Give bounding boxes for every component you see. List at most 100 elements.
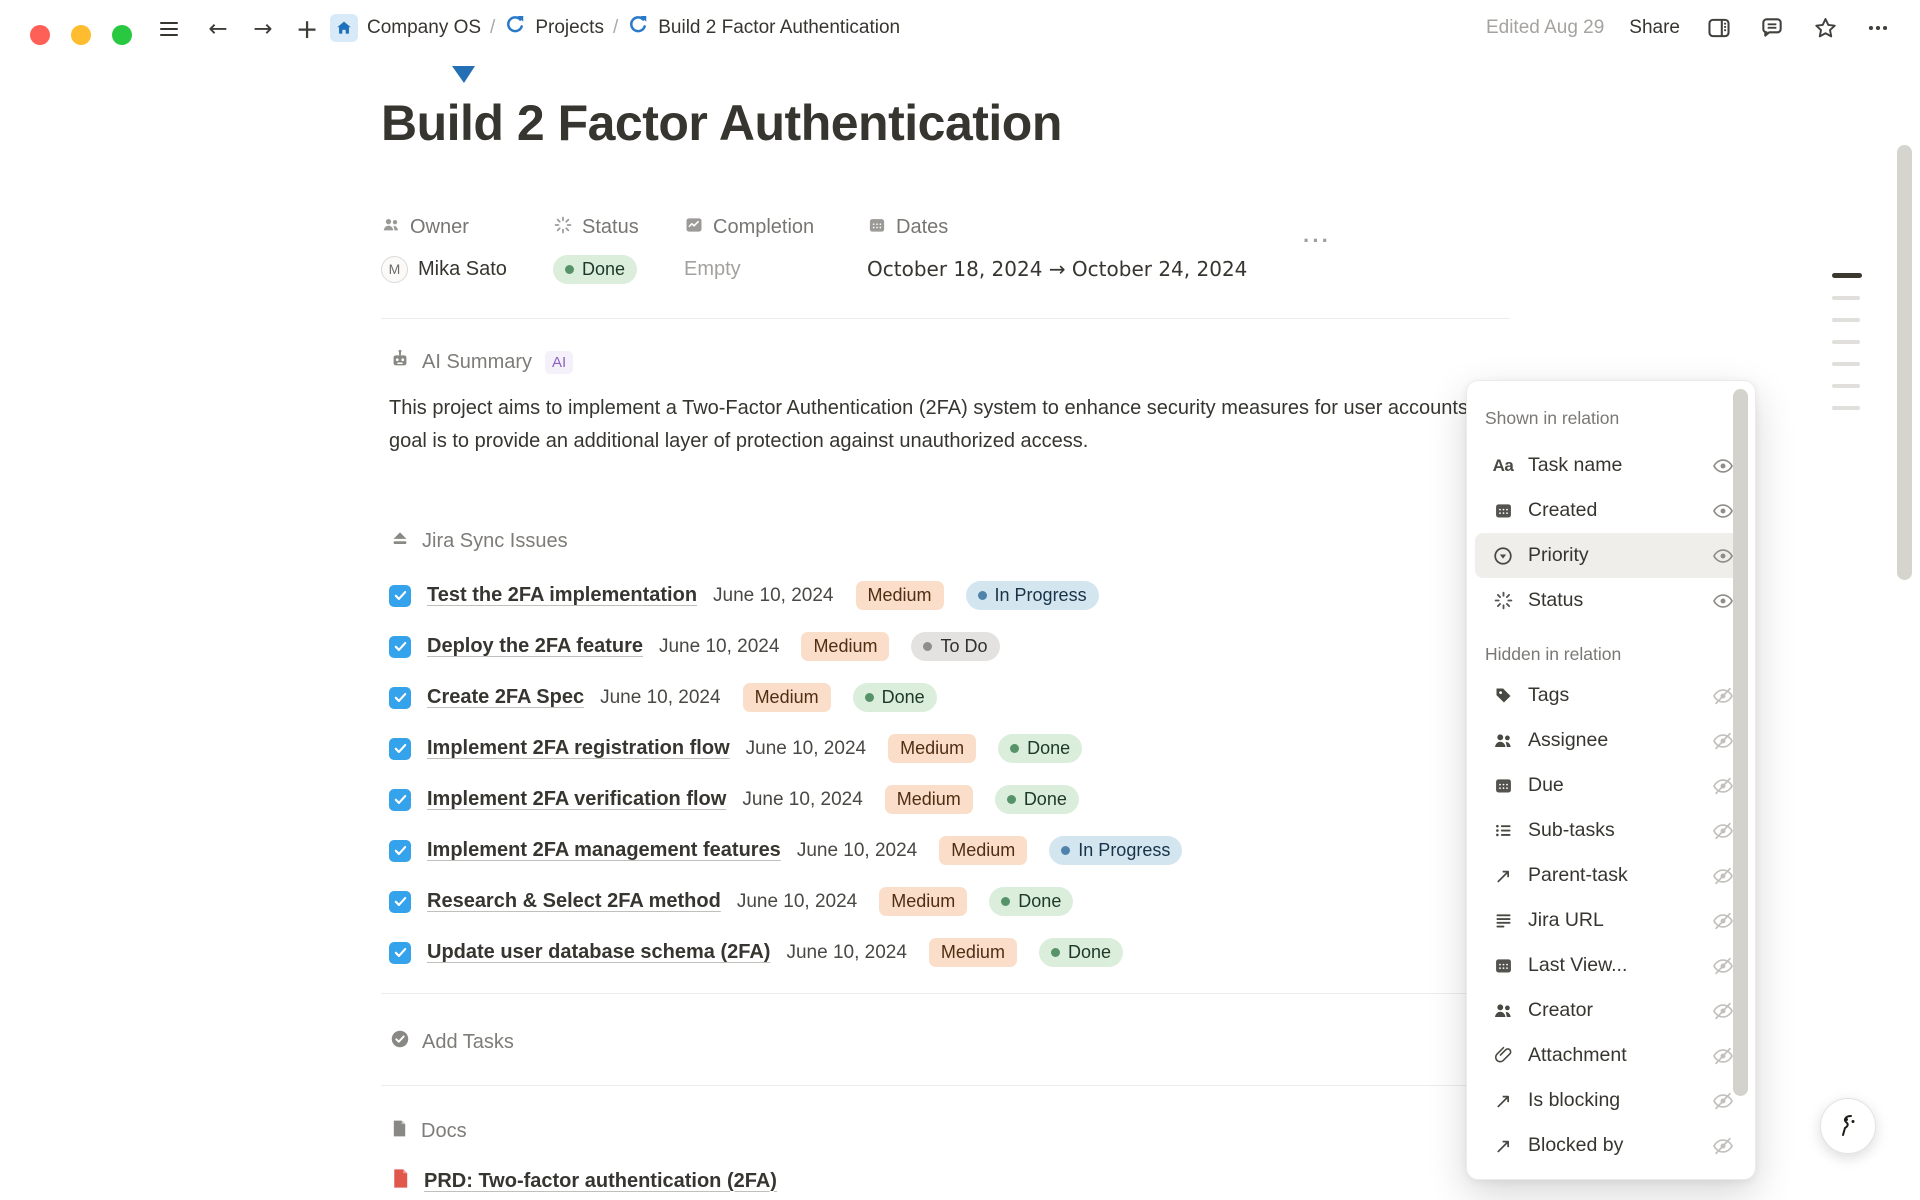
task-checkbox[interactable]: [389, 840, 411, 862]
relation-property-row[interactable]: Jira URL: [1475, 898, 1747, 943]
eye-off-icon[interactable]: [1711, 909, 1735, 933]
task-checkbox[interactable]: [389, 636, 411, 658]
eye-icon[interactable]: [1711, 589, 1735, 613]
task-row[interactable]: Implement 2FA management features June 1…: [389, 825, 1519, 876]
home-icon[interactable]: [330, 14, 358, 42]
relation-property-row[interactable]: Aa Task name: [1475, 443, 1747, 488]
task-priority-badge[interactable]: Medium: [879, 887, 967, 916]
relation-property-row[interactable]: Creator: [1475, 988, 1747, 1033]
share-button[interactable]: Share: [1629, 17, 1680, 39]
relation-property-row[interactable]: Assignee: [1475, 718, 1747, 763]
comments-icon[interactable]: [1758, 14, 1786, 42]
task-title-link[interactable]: Update user database schema (2FA): [427, 941, 770, 964]
task-title-link[interactable]: Create 2FA Spec: [427, 686, 584, 709]
eye-icon[interactable]: [1711, 499, 1735, 523]
task-priority-badge[interactable]: Medium: [885, 785, 973, 814]
completion-value[interactable]: Empty: [684, 258, 741, 281]
task-priority-badge[interactable]: Medium: [888, 734, 976, 763]
more-options-icon[interactable]: [1864, 14, 1892, 42]
task-title-link[interactable]: Test the 2FA implementation: [427, 584, 697, 607]
page-title[interactable]: Build 2 Factor Authentication: [381, 94, 1062, 152]
doc-link-row[interactable]: PRD: Two-factor authentication (2FA): [389, 1163, 777, 1199]
task-status-badge[interactable]: Done: [853, 683, 937, 712]
task-priority-badge[interactable]: Medium: [743, 683, 831, 712]
owner-value[interactable]: MMika Sato: [381, 256, 507, 283]
task-checkbox[interactable]: [389, 942, 411, 964]
close-window-button[interactable]: [30, 25, 50, 45]
task-checkbox[interactable]: [389, 891, 411, 913]
breadcrumb-current-page[interactable]: Build 2 Factor Authentication: [658, 17, 900, 39]
zoom-window-button[interactable]: [112, 25, 132, 45]
task-priority-badge[interactable]: Medium: [801, 632, 889, 661]
breadcrumb-root[interactable]: Company OS: [367, 17, 481, 39]
relation-property-row[interactable]: Status: [1475, 578, 1747, 623]
dates-value[interactable]: October 18, 2024 → October 24, 2024: [867, 257, 1247, 281]
outline-indicator[interactable]: [1832, 273, 1862, 410]
relation-property-row[interactable]: Due: [1475, 763, 1747, 808]
relation-property-row[interactable]: Last View...: [1475, 943, 1747, 988]
task-title-link[interactable]: Deploy the 2FA feature: [427, 635, 643, 658]
prd-doc-link[interactable]: PRD: Two-factor authentication (2FA): [424, 1170, 777, 1193]
task-checkbox[interactable]: [389, 585, 411, 607]
task-status-badge[interactable]: Done: [989, 887, 1073, 916]
task-title-link[interactable]: Implement 2FA management features: [427, 839, 781, 862]
task-status-badge[interactable]: In Progress: [1049, 836, 1182, 865]
status-label[interactable]: Status: [582, 216, 639, 239]
task-title-link[interactable]: Research & Select 2FA method: [427, 890, 721, 913]
back-icon[interactable]: ←: [203, 14, 233, 44]
task-priority-badge[interactable]: Medium: [929, 938, 1017, 967]
new-tab-icon[interactable]: +: [292, 14, 322, 44]
task-row[interactable]: Implement 2FA verification flow June 10,…: [389, 774, 1519, 825]
task-row[interactable]: Update user database schema (2FA) June 1…: [389, 927, 1519, 978]
task-priority-badge[interactable]: Medium: [856, 581, 944, 610]
task-title-link[interactable]: Implement 2FA registration flow: [427, 737, 730, 760]
eye-icon[interactable]: [1711, 544, 1735, 568]
relation-property-row[interactable]: Attachment: [1475, 1033, 1747, 1078]
eye-off-icon[interactable]: [1711, 1089, 1735, 1113]
task-checkbox[interactable]: [389, 687, 411, 709]
owner-label[interactable]: Owner: [410, 216, 469, 239]
relation-property-row[interactable]: Priority: [1475, 533, 1747, 578]
relation-property-row[interactable]: Sub-tasks: [1475, 808, 1747, 853]
task-status-badge[interactable]: Done: [995, 785, 1079, 814]
task-status-badge[interactable]: To Do: [911, 632, 999, 661]
task-status-badge[interactable]: Done: [1039, 938, 1123, 967]
task-row[interactable]: Deploy the 2FA feature June 10, 2024 Med…: [389, 621, 1519, 672]
eye-off-icon[interactable]: [1711, 1044, 1735, 1068]
status-badge[interactable]: Done: [553, 255, 637, 284]
eye-off-icon[interactable]: [1711, 819, 1735, 843]
add-tasks-heading[interactable]: Add Tasks: [389, 1028, 514, 1056]
notion-ai-button[interactable]: [1820, 1098, 1876, 1154]
eye-off-icon[interactable]: [1711, 684, 1735, 708]
eye-off-icon[interactable]: [1711, 864, 1735, 888]
task-checkbox[interactable]: [389, 789, 411, 811]
task-row[interactable]: Implement 2FA registration flow June 10,…: [389, 723, 1519, 774]
eye-off-icon[interactable]: [1711, 1134, 1735, 1158]
dates-label[interactable]: Dates: [896, 216, 948, 239]
eye-off-icon[interactable]: [1711, 999, 1735, 1023]
eye-icon[interactable]: [1711, 454, 1735, 478]
menu-icon[interactable]: [154, 14, 184, 44]
ai-summary-text[interactable]: This project aims to implement a Two-Fac…: [389, 392, 1514, 458]
task-priority-badge[interactable]: Medium: [939, 836, 1027, 865]
task-row[interactable]: Research & Select 2FA method June 10, 20…: [389, 876, 1519, 927]
relation-property-row[interactable]: ↗ Blocked by: [1475, 1123, 1747, 1168]
eye-off-icon[interactable]: [1711, 774, 1735, 798]
side-panel-icon[interactable]: [1705, 14, 1733, 42]
relation-property-row-clipped[interactable]: [1475, 1168, 1747, 1180]
relation-property-row[interactable]: ↗ Parent-task: [1475, 853, 1747, 898]
minimize-window-button[interactable]: [71, 25, 91, 45]
task-status-badge[interactable]: In Progress: [966, 581, 1099, 610]
eye-off-icon[interactable]: [1711, 954, 1735, 978]
popup-scrollbar[interactable]: [1733, 389, 1748, 1096]
task-checkbox[interactable]: [389, 738, 411, 760]
relation-property-row[interactable]: ↗ Is blocking: [1475, 1078, 1747, 1123]
relation-property-row[interactable]: Created: [1475, 488, 1747, 533]
task-row[interactable]: Create 2FA Spec June 10, 2024 Medium Don…: [389, 672, 1519, 723]
page-scrollbar[interactable]: [1897, 145, 1912, 580]
task-title-link[interactable]: Implement 2FA verification flow: [427, 788, 726, 811]
task-status-badge[interactable]: Done: [998, 734, 1082, 763]
properties-more-icon[interactable]: ···: [1303, 228, 1331, 254]
task-row[interactable]: Test the 2FA implementation June 10, 202…: [389, 570, 1519, 621]
completion-label[interactable]: Completion: [713, 216, 814, 239]
